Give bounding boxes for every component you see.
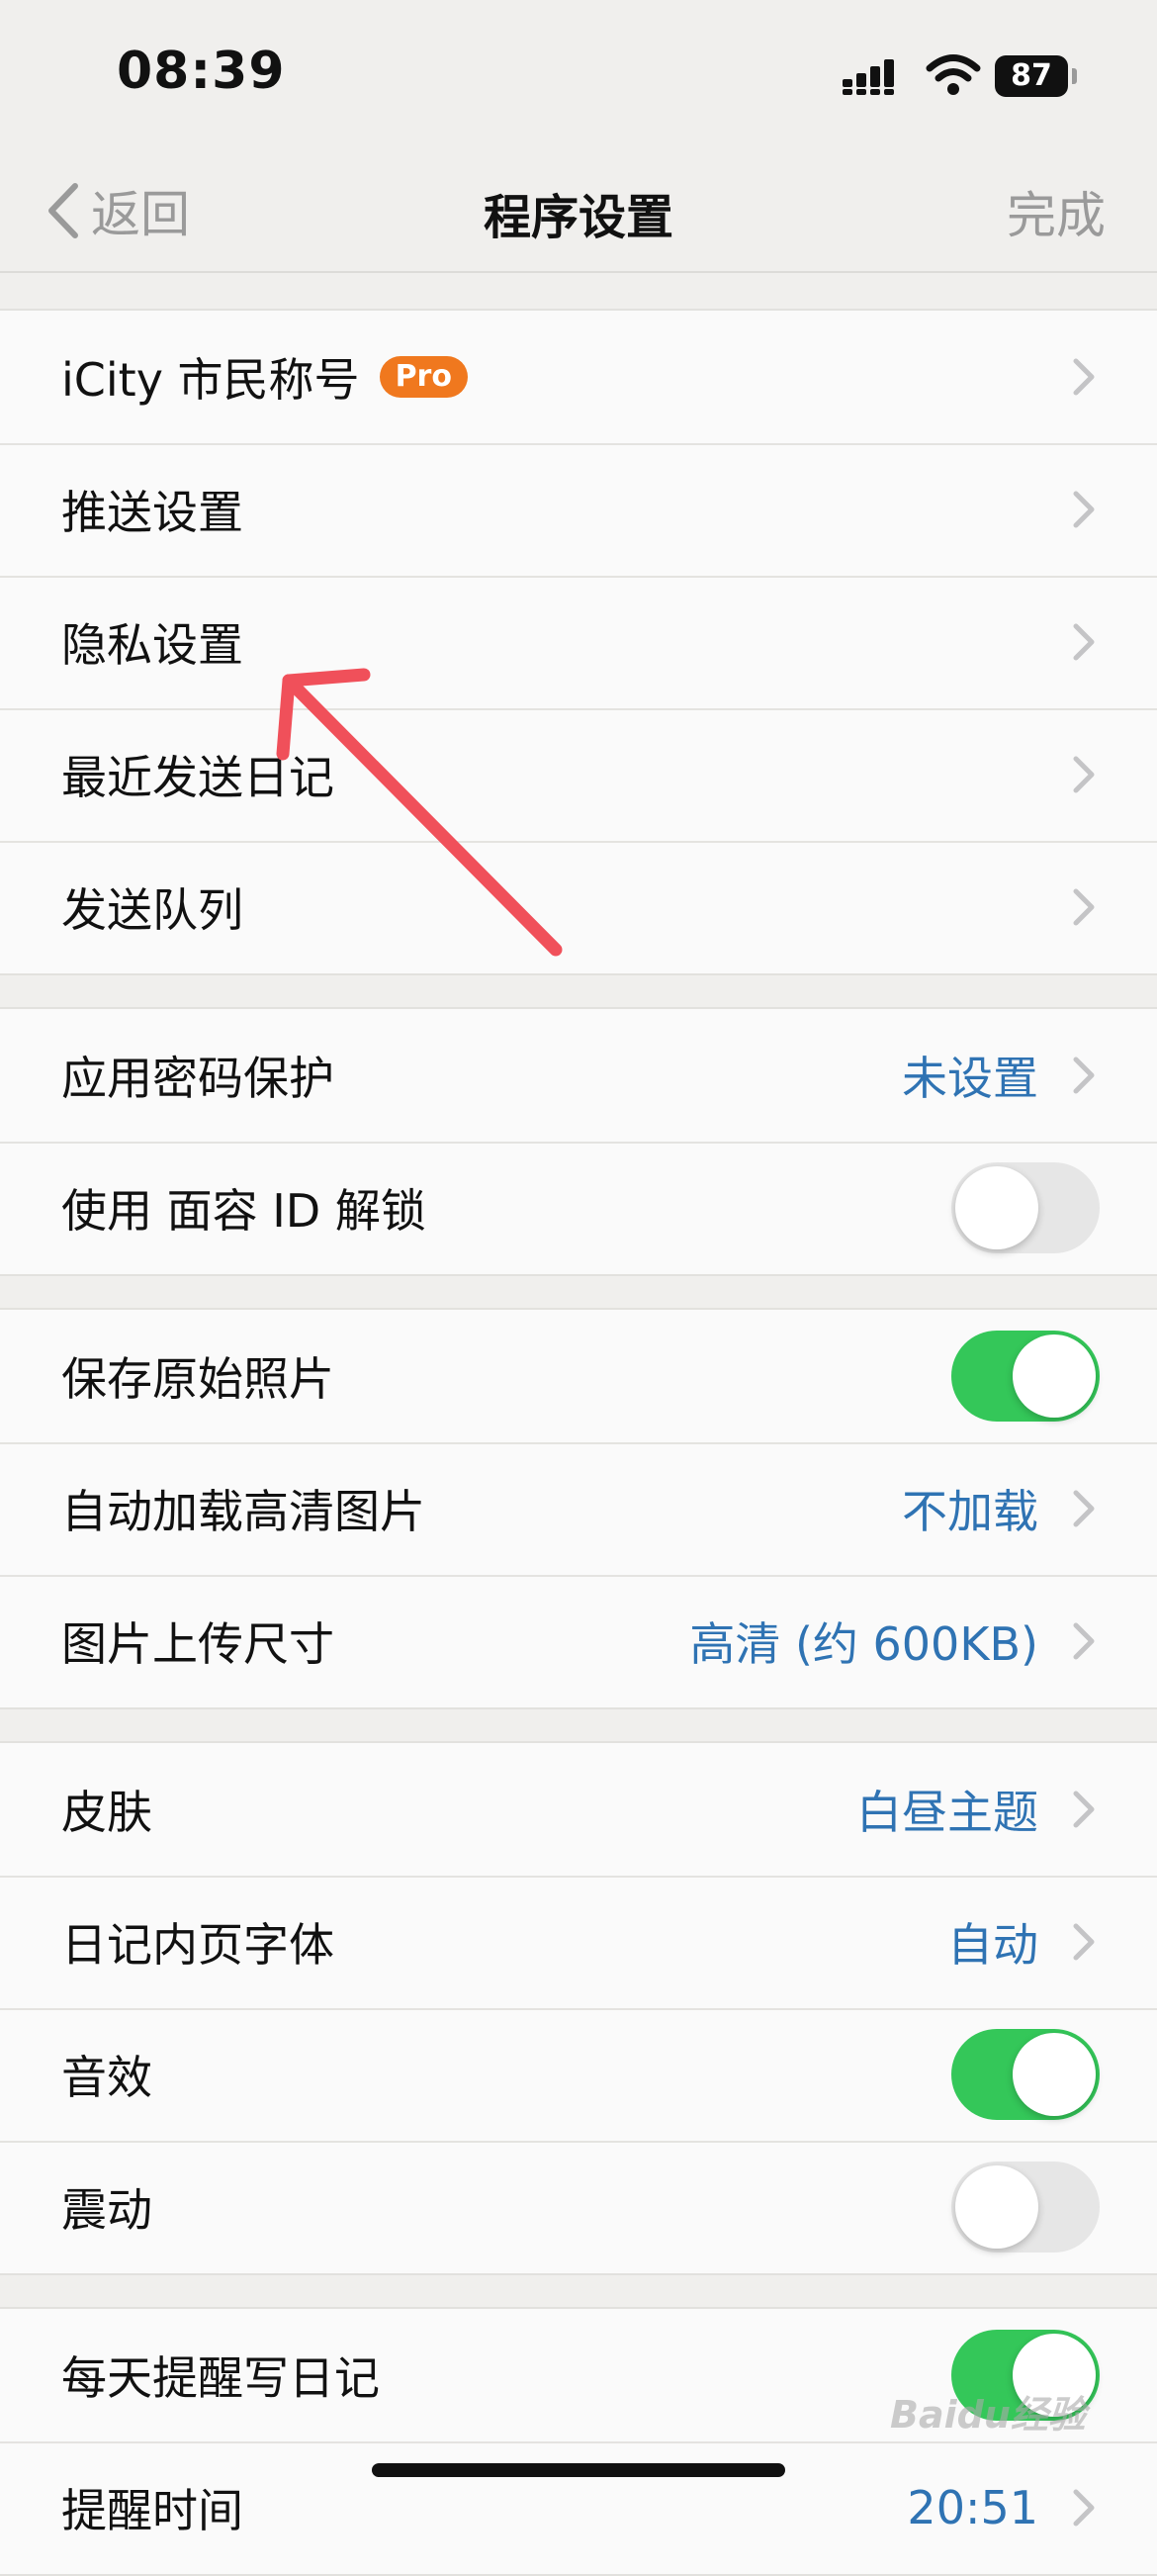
row-auto-load-hd[interactable]: 自动加载高清图片 不加载 — [0, 1442, 1157, 1575]
row-label: 每天提醒写日记 — [61, 2351, 380, 2405]
done-button[interactable]: 完成 — [1007, 176, 1106, 247]
settings-group-reminder: 每天提醒写日记 提醒时间 20:51 — [0, 2307, 1157, 2576]
home-indicator — [372, 2463, 785, 2477]
row-label: 推送设置 — [61, 486, 243, 539]
status-time: 08:39 — [117, 42, 286, 101]
chevron-right-icon — [1073, 756, 1095, 793]
annotation-arrow-icon — [276, 668, 563, 957]
row-label: 发送队列 — [61, 883, 243, 937]
row-label: 隐私设置 — [61, 618, 243, 672]
vibration-toggle[interactable] — [951, 2162, 1100, 2253]
chevron-right-icon — [1073, 1490, 1095, 1527]
row-label: 应用密码保护 — [61, 1052, 334, 1105]
pro-badge: Pro — [379, 356, 468, 398]
row-label: 日记内页字体 — [61, 1918, 334, 1972]
cellular-signal-icon — [843, 59, 894, 95]
row-save-original-photos: 保存原始照片 — [0, 1310, 1157, 1442]
wifi-icon — [926, 54, 981, 95]
chevron-right-icon — [1073, 1622, 1095, 1660]
row-sound-effects: 音效 — [0, 2008, 1157, 2141]
chevron-right-icon — [1073, 1057, 1095, 1094]
settings-group-appearance: 皮肤 白昼主题 日记内页字体 自动 音效 震动 — [0, 1741, 1157, 2275]
chevron-right-icon — [1073, 358, 1095, 396]
face-id-toggle[interactable] — [951, 1162, 1100, 1253]
row-label: 保存原始照片 — [61, 1352, 334, 1406]
row-reminder-time[interactable]: 提醒时间 20:51 — [0, 2441, 1157, 2574]
row-app-passcode[interactable]: 应用密码保护 未设置 — [0, 1009, 1157, 1142]
navigation-bar: 返回 程序设置 完成 — [0, 148, 1157, 273]
battery-icon: 87 — [995, 55, 1077, 97]
save-original-photos-toggle[interactable] — [951, 1331, 1100, 1422]
row-label: 音效 — [61, 2051, 152, 2104]
row-upload-size[interactable]: 图片上传尺寸 高清 (约 600KB) — [0, 1575, 1157, 1707]
settings-group-photos: 保存原始照片 自动加载高清图片 不加载 图片上传尺寸 高清 (约 600KB) — [0, 1308, 1157, 1709]
row-label: iCity 市民称号 — [61, 353, 360, 407]
row-label: 使用 面容 ID 解锁 — [61, 1184, 426, 1238]
watermark: Baidu经验 — [890, 2393, 1086, 2437]
row-label: 图片上传尺寸 — [61, 1617, 334, 1671]
page-title: 程序设置 — [483, 190, 673, 245]
chevron-right-icon — [1073, 1791, 1095, 1828]
row-icity-title[interactable]: iCity 市民称号 Pro — [0, 311, 1157, 443]
row-vibration: 震动 — [0, 2141, 1157, 2273]
row-push-settings[interactable]: 推送设置 — [0, 443, 1157, 576]
row-label: 皮肤 — [61, 1786, 152, 1839]
row-value: 自动 — [947, 1918, 1038, 1972]
chevron-right-icon — [1073, 2489, 1095, 2527]
row-label: 提醒时间 — [61, 2484, 243, 2537]
chevron-right-icon — [1073, 888, 1095, 926]
row-value: 20:51 — [907, 2481, 1038, 2534]
chevron-right-icon — [1073, 623, 1095, 661]
chevron-right-icon — [1073, 1923, 1095, 1961]
status-bar: 08:39 87 — [0, 0, 1157, 148]
row-value: 白昼主题 — [856, 1786, 1038, 1839]
row-value: 未设置 — [902, 1052, 1038, 1105]
row-label: 自动加载高清图片 — [61, 1485, 425, 1538]
battery-percent: 87 — [1011, 58, 1052, 93]
sound-effects-toggle[interactable] — [951, 2029, 1100, 2120]
row-diary-font[interactable]: 日记内页字体 自动 — [0, 1876, 1157, 2008]
row-value: 不加载 — [902, 1485, 1038, 1538]
row-face-id-unlock: 使用 面容 ID 解锁 — [0, 1142, 1157, 1274]
chevron-right-icon — [1073, 491, 1095, 528]
row-skin[interactable]: 皮肤 白昼主题 — [0, 1743, 1157, 1876]
row-label: 震动 — [61, 2183, 152, 2237]
row-value: 高清 (约 600KB) — [689, 1617, 1038, 1671]
settings-list: iCity 市民称号 Pro 推送设置 隐私设置 最近发送日记 发送队列 应用密… — [0, 273, 1157, 2576]
settings-group-security: 应用密码保护 未设置 使用 面容 ID 解锁 — [0, 1007, 1157, 1276]
